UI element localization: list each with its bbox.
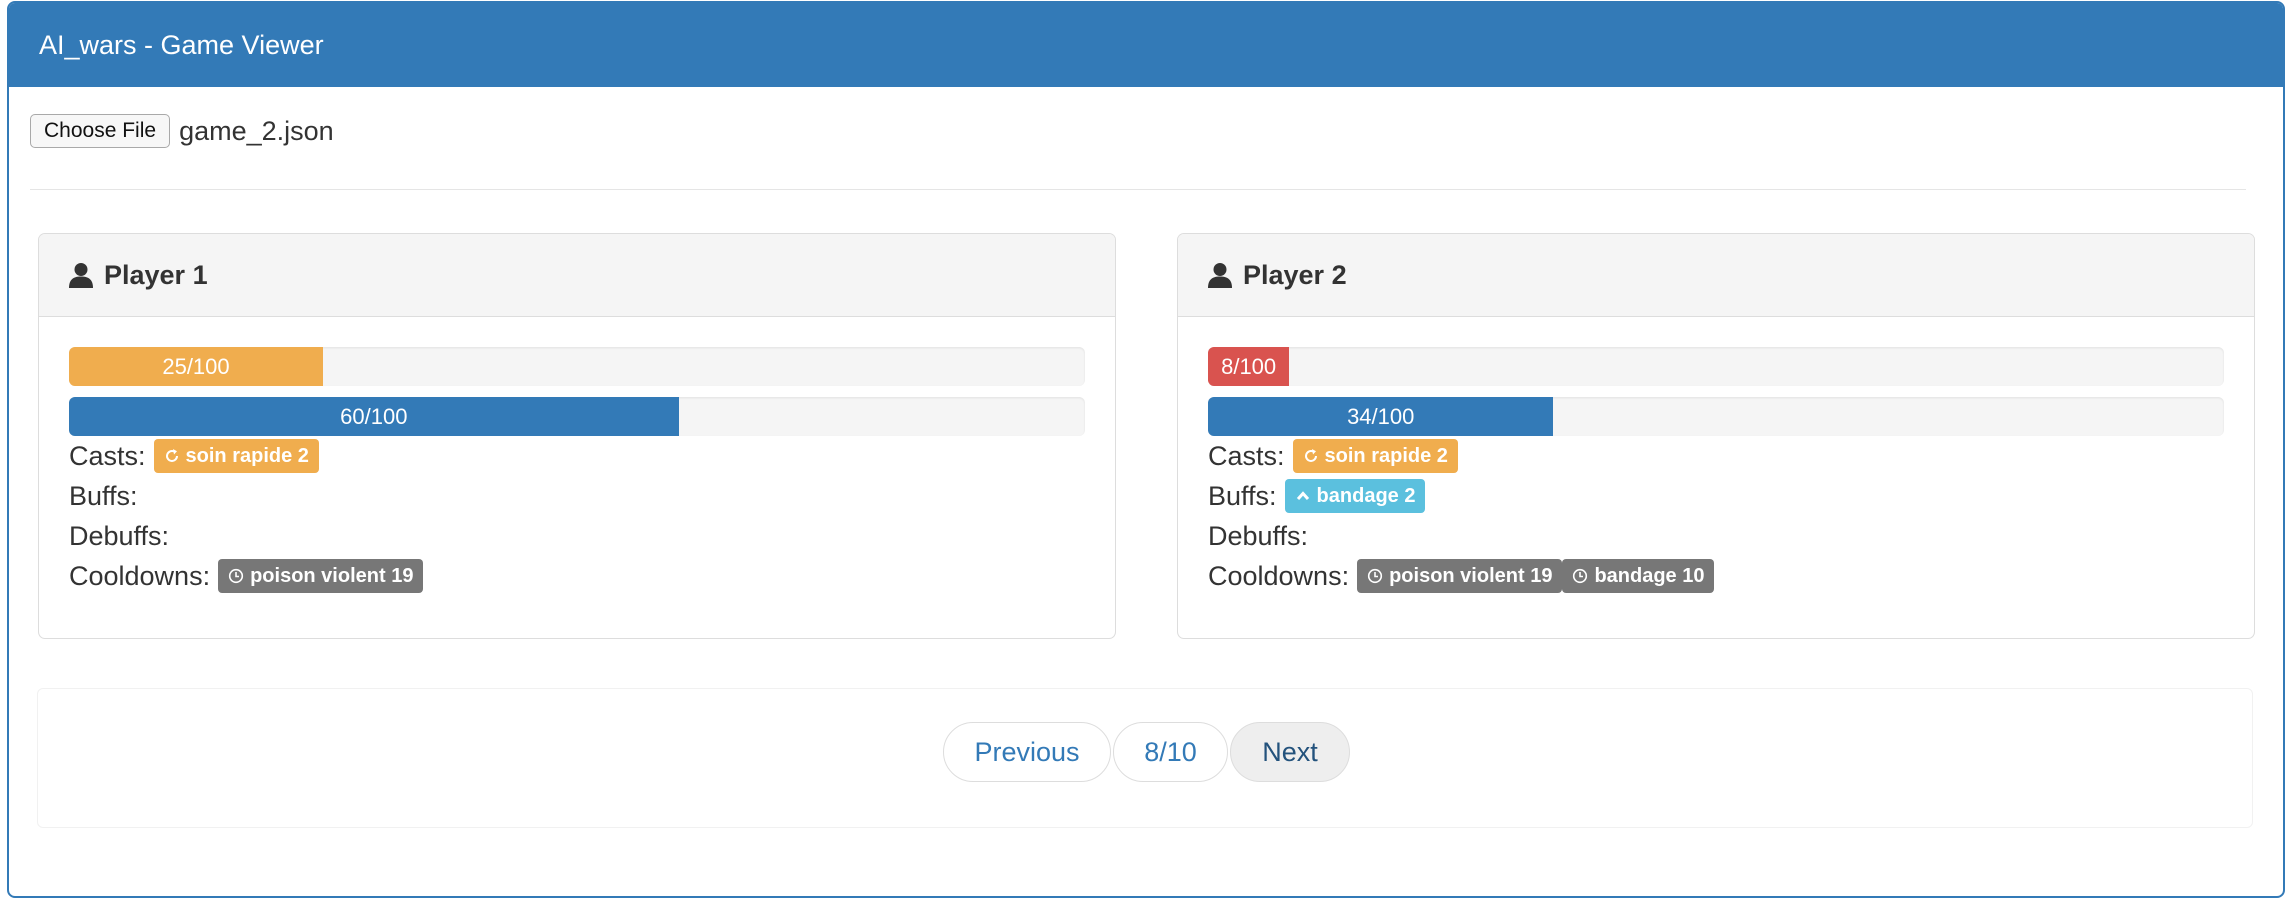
refresh-icon [1303, 448, 1325, 464]
file-chooser: Choose File game_2.json [30, 114, 334, 148]
refresh-icon [164, 448, 186, 464]
pagination: Previous 8/10 Next [943, 722, 1352, 782]
debuffs-label: Debuffs: [1208, 520, 1309, 551]
player-2-health-bar: 8/100 [1208, 347, 2224, 386]
player-1-debuffs-row: Debuffs: [69, 516, 1085, 556]
page-title: AI_wars - Game Viewer [9, 3, 2283, 87]
player-1-name: Player 1 [104, 259, 208, 290]
casts-label: Casts: [69, 440, 146, 471]
player-2-debuffs-row: Debuffs: [1208, 516, 2224, 556]
cast-badge: soin rapide 2 [153, 439, 319, 473]
chevron-up-icon [1295, 488, 1317, 504]
player-1-casts-list: soin rapide 2 [153, 439, 319, 473]
page-indicator[interactable]: 8/10 [1113, 722, 1228, 782]
user-icon [69, 263, 93, 288]
choose-file-button[interactable]: Choose File [30, 114, 171, 148]
player-1-buffs-row: Buffs: [69, 476, 1085, 516]
player-1-mana-bar: 60/100 [69, 397, 1085, 436]
clock-icon [1367, 568, 1389, 584]
player-1-cooldowns-list: poison violent 19 [218, 559, 424, 593]
previous-button[interactable]: Previous [943, 722, 1111, 782]
player-2-cooldowns-list: poison violent 19 bandage 10 [1357, 559, 1715, 593]
badge-label: poison violent 19 [1389, 564, 1553, 587]
buff-badge: bandage 2 [1284, 479, 1426, 513]
player-1-health-fill: 25/100 [69, 347, 323, 386]
player-1-heading: Player 1 [39, 234, 1115, 317]
badge-label: soin rapide 2 [1324, 444, 1448, 467]
file-name: game_2.json [179, 115, 334, 146]
player-1-health-bar: 25/100 [69, 347, 1085, 386]
player-2-buffs-list: bandage 2 [1284, 479, 1426, 513]
clock-icon [1572, 568, 1594, 584]
cooldowns-label: Cooldowns: [69, 560, 211, 591]
casts-label: Casts: [1208, 440, 1285, 471]
cast-badge: soin rapide 2 [1292, 439, 1458, 473]
cooldown-badge: poison violent 19 [218, 559, 424, 593]
badge-label: soin rapide 2 [185, 444, 309, 467]
debuffs-label: Debuffs: [69, 520, 170, 551]
player-2-health-fill: 8/100 [1208, 347, 1290, 386]
badge-label: bandage 10 [1594, 564, 1705, 587]
player-2-cooldowns-row: Cooldowns: poison violent 19 bandage 10 [1208, 556, 2224, 596]
player-1-cooldowns-row: Cooldowns: poison violent 19 [69, 556, 1085, 596]
cooldown-badge: poison violent 19 [1357, 559, 1563, 593]
badge-label: poison violent 19 [250, 564, 414, 587]
buffs-label: Buffs: [1208, 480, 1277, 511]
divider [30, 189, 2246, 190]
player-1-mana-fill: 60/100 [69, 397, 679, 436]
user-icon [1208, 263, 1232, 288]
buffs-label: Buffs: [69, 480, 138, 511]
player-1-panel: Player 1 25/100 60/100 Casts: soin rapid… [38, 233, 1116, 639]
player-2-mana-bar: 34/100 [1208, 397, 2224, 436]
badge-label: bandage 2 [1316, 484, 1416, 507]
player-2-casts-row: Casts: soin rapide 2 [1208, 436, 2224, 476]
next-button[interactable]: Next [1230, 722, 1350, 782]
player-2-casts-list: soin rapide 2 [1292, 439, 1458, 473]
cooldowns-label: Cooldowns: [1208, 560, 1350, 591]
player-2-heading: Player 2 [1178, 234, 2254, 317]
player-2-buffs-row: Buffs: bandage 2 [1208, 476, 2224, 516]
player-1-casts-row: Casts: soin rapide 2 [69, 436, 1085, 476]
player-2-name: Player 2 [1243, 259, 1347, 290]
clock-icon [228, 568, 250, 584]
player-2-mana-fill: 34/100 [1208, 397, 1554, 436]
cooldown-badge: bandage 10 [1562, 559, 1715, 593]
player-2-panel: Player 2 8/100 34/100 Casts: soin rapide… [1177, 233, 2255, 639]
